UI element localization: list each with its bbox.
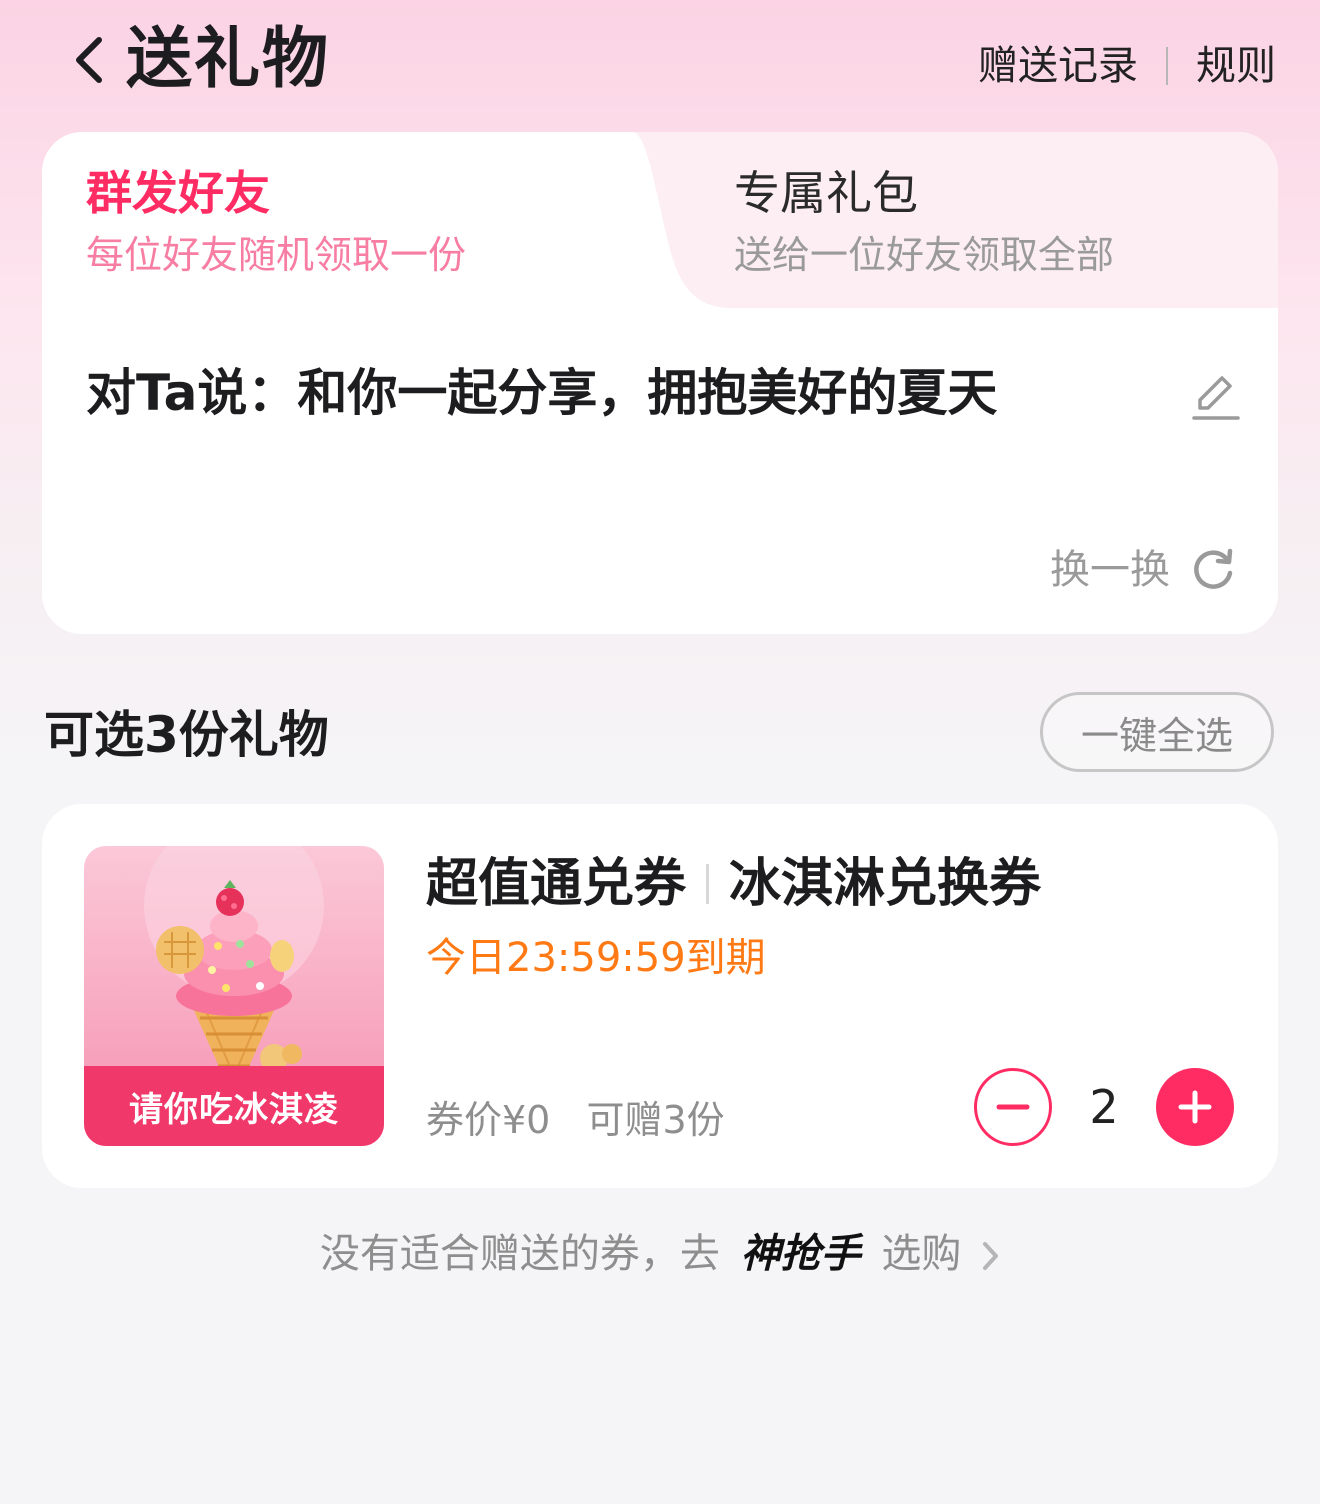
- plus-icon: [1178, 1090, 1212, 1124]
- tab-title: 专属礼包: [734, 166, 918, 220]
- message-text: 对Ta说：和你一起分享，拥抱美好的夏天: [86, 364, 998, 422]
- decrease-button[interactable]: [974, 1068, 1052, 1146]
- gift-card: 请你吃冰淇凌 超值通兑券 冰淇淋兑换券 今日23:59:59到期 券价¥0 可赠…: [42, 804, 1278, 1188]
- gift-name: 超值通兑券 冰淇淋兑换券: [426, 848, 1041, 920]
- tab-group-send[interactable]: 群发好友 每位好友随机领取一份: [86, 164, 466, 284]
- gift-price: 券价¥0: [426, 1098, 551, 1142]
- brand-name: 神抢手: [740, 1231, 861, 1277]
- tab-subtitle: 每位好友随机领取一份: [86, 233, 467, 277]
- header-links: 赠送记录 规则: [978, 36, 1276, 96]
- chevron-left-icon: [76, 37, 102, 83]
- chevron-right-icon: [983, 1242, 999, 1270]
- pencil-icon: [1192, 376, 1240, 420]
- gift-image-banner: 请你吃冰淇凌: [84, 1066, 384, 1146]
- divider: [1166, 47, 1168, 85]
- minus-icon: [996, 1104, 1030, 1110]
- tab-title: 群发好友: [86, 166, 270, 220]
- hint-suffix: 选购: [881, 1231, 962, 1277]
- hint-prefix: 没有适合赠送的券，去: [319, 1231, 720, 1277]
- tab-exclusive-pack[interactable]: 专属礼包 送给一位好友领取全部: [734, 164, 1114, 284]
- select-all-button[interactable]: 一键全选: [1040, 692, 1274, 772]
- gift-category: 超值通兑券: [426, 854, 687, 914]
- tab-subtitle: 送给一位好友领取全部: [734, 233, 1115, 277]
- gift-history-link[interactable]: 赠送记录: [978, 36, 1138, 96]
- back-button[interactable]: [58, 28, 118, 92]
- gift-available-count: 可赠3份: [586, 1098, 725, 1142]
- section-title: 可选3份礼物: [44, 706, 329, 764]
- gift-type: 冰淇淋兑换券: [729, 854, 1042, 914]
- quantity-stepper: 2: [974, 1068, 1234, 1146]
- shop-more-hint[interactable]: 没有适合赠送的券，去 神抢手 选购: [0, 1224, 1320, 1284]
- rules-link[interactable]: 规则: [1196, 36, 1276, 96]
- message-card: 群发好友 每位好友随机领取一份 专属礼包 送给一位好友领取全部 对Ta说：和你一…: [42, 132, 1278, 634]
- refresh-label: 换一换: [1050, 547, 1170, 593]
- page-title: 送礼物: [126, 20, 330, 97]
- quantity-value: 2: [1089, 1080, 1119, 1134]
- increase-button[interactable]: [1156, 1068, 1234, 1146]
- gift-image: 请你吃冰淇凌: [84, 846, 384, 1146]
- gift-expiry: 今日23:59:59到期: [426, 935, 766, 981]
- gift-meta: 券价¥0 可赠3份: [426, 1090, 725, 1150]
- refresh-message-button[interactable]: 换一换: [1050, 540, 1236, 600]
- refresh-icon: [1194, 548, 1233, 589]
- divider: [706, 864, 710, 904]
- edit-message-button[interactable]: [1186, 368, 1246, 428]
